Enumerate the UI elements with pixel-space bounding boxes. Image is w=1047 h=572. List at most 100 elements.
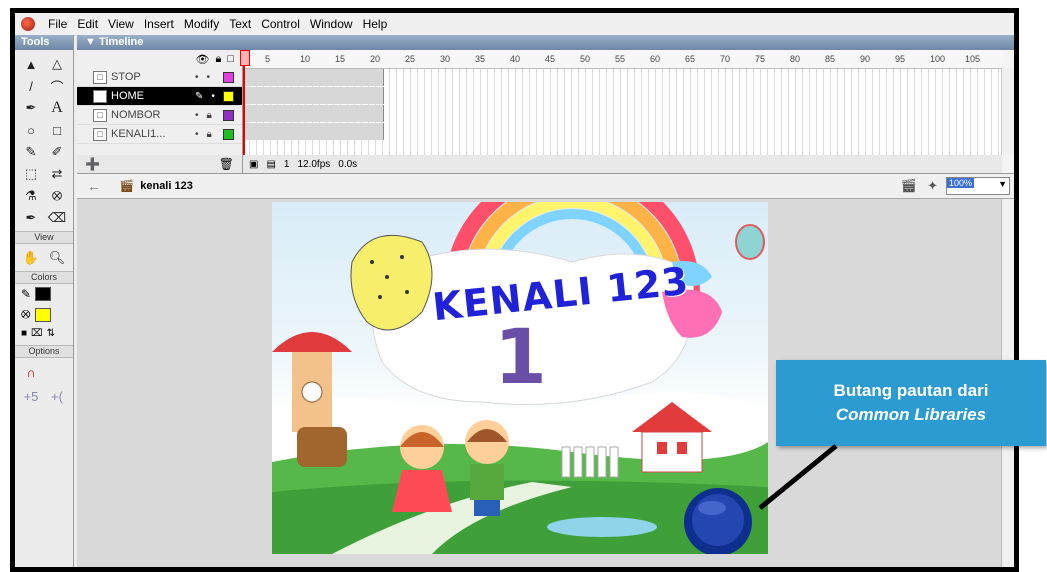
no-color-icon[interactable]: ⌧ (31, 328, 43, 339)
straighten-option-icon[interactable]: +( (46, 386, 68, 406)
edit-symbols-icon[interactable]: ✦ (927, 178, 938, 194)
frame-row[interactable] (243, 69, 1002, 87)
playhead[interactable] (240, 50, 250, 155)
ruler-tick-label: 25 (405, 54, 416, 64)
menu-control[interactable]: Control (256, 17, 305, 31)
onion-skin-icon[interactable]: ▣ (249, 159, 258, 170)
menu-insert[interactable]: Insert (139, 17, 179, 31)
layer-toggles[interactable]: • • (195, 72, 210, 83)
add-layer-icon[interactable]: ➕ (85, 157, 100, 171)
zoom-value: 100% (947, 178, 975, 188)
tools-panel: Tools ▲ △ / ⌒ ✒ A ○ □ ✎ ✐ ⬚ ⇄ ⚗ ⭙ ✒ ⌫ Vi… (15, 35, 74, 567)
eyedropper-tool-icon[interactable]: ✒ (20, 208, 42, 228)
ink-bottle-tool-icon[interactable]: ⚗ (20, 186, 42, 206)
frame-rate[interactable]: 12.0fps (297, 159, 330, 170)
outline-icon[interactable]: □ (227, 53, 234, 65)
stroke-color-swatch[interactable] (35, 287, 52, 301)
flash-app-icon[interactable] (21, 17, 35, 31)
frame-row[interactable] (243, 123, 1002, 141)
layer-row[interactable]: □HOME✎•• (77, 87, 242, 106)
frame-row[interactable] (243, 87, 1002, 105)
layer-color-swatch[interactable] (223, 90, 234, 102)
timeline-title-text: Timeline (98, 36, 144, 48)
fill-transform-tool-icon[interactable]: ⇄ (46, 164, 68, 184)
rectangle-tool-icon[interactable]: □ (46, 120, 68, 140)
pen-tool-icon[interactable]: ✒ (20, 98, 42, 118)
layer-color-swatch[interactable] (223, 128, 234, 140)
colors-section-label: Colors (15, 271, 73, 284)
ruler-tick-label: 105 (965, 54, 981, 64)
layer-row[interactable]: □ STOP • • (77, 68, 242, 87)
eye-icon[interactable]: 👁︎ (196, 53, 210, 66)
lock-dot[interactable]: 🔒︎ (207, 129, 212, 140)
swap-colors-icon[interactable]: ⇅ (47, 328, 55, 339)
brush-tool-icon[interactable]: ✐ (46, 142, 68, 162)
layer-header: 👁︎ 🔒︎ □ (77, 50, 242, 68)
menu-view[interactable]: View (103, 17, 139, 31)
line-tool-icon[interactable]: / (20, 76, 42, 96)
timeline-title[interactable]: ▼ Timeline (77, 35, 1014, 50)
layer-color-swatch[interactable] (223, 109, 234, 121)
visibility-dot[interactable]: • (195, 110, 199, 121)
scene-icon: 🎬︎ (119, 179, 135, 193)
layer-toggles[interactable]: • 🔒︎ (195, 129, 212, 140)
chevron-down-icon[interactable]: ▼ (998, 179, 1007, 189)
layer-row[interactable]: □ KENALI1... • 🔒︎ (77, 125, 242, 144)
menu-text[interactable]: Text (224, 17, 256, 31)
arrow-tool-icon[interactable]: ▲ (20, 54, 42, 74)
ruler-tick-label: 35 (475, 54, 486, 64)
home-link-button[interactable] (684, 488, 752, 554)
free-transform-tool-icon[interactable]: ⬚ (20, 164, 42, 184)
menu-modify[interactable]: Modify (179, 17, 224, 31)
keyframe-span[interactable] (243, 69, 384, 86)
text-tool-icon[interactable]: A (46, 98, 68, 118)
lasso-tool-icon[interactable]: ⌒ (46, 76, 68, 96)
zoom-select[interactable]: 100% ▼ (946, 177, 1010, 195)
menu-help[interactable]: Help (358, 17, 393, 31)
edit-multiple-icon[interactable]: ▤ (266, 159, 275, 170)
frame-ruler[interactable]: 5 10 15 20 25 30 35 40 45 50 55 60 65 70 75 80 85 90 95 100… (243, 50, 1002, 69)
stroke-color-icon: ✎ (21, 287, 32, 301)
delete-layer-icon[interactable]: 🗑︎ (219, 157, 234, 171)
keyframe-span[interactable] (243, 123, 384, 140)
lock-dot[interactable]: • (207, 72, 211, 83)
visibility-dot[interactable]: • (195, 72, 199, 83)
ruler-tick-label: 65 (685, 54, 696, 64)
smooth-option-icon[interactable]: +5 (20, 386, 42, 406)
subselect-tool-icon[interactable]: △ (46, 54, 68, 74)
menu-window[interactable]: Window (305, 17, 358, 31)
layer-toggles[interactable]: ✎•• (195, 91, 226, 102)
zoom-tool-icon[interactable]: 🔍︎ (46, 248, 68, 268)
hand-tool-icon[interactable]: ✋ (20, 248, 42, 268)
lock-dot[interactable]: 🔒︎ (207, 110, 212, 121)
keyframe-span[interactable] (243, 105, 384, 122)
eraser-tool-icon[interactable]: ⌫ (46, 208, 68, 228)
timeline-scrollbar[interactable] (1001, 68, 1014, 155)
default-colors-icon[interactable]: ■ (21, 328, 27, 339)
view-section-label: View (15, 231, 73, 244)
ruler-tick-label: 30 (440, 54, 451, 64)
ruler-tick-label: 55 (615, 54, 626, 64)
back-arrow-icon[interactable]: ← (87, 178, 101, 194)
visibility-dot[interactable]: • (195, 129, 199, 140)
visibility-dot[interactable]: • (211, 91, 215, 102)
frames-area[interactable]: 5 10 15 20 25 30 35 40 45 50 55 60 65 70 75 80 85 90 95 100… (240, 50, 1002, 155)
ruler-tick-label: 80 (790, 54, 801, 64)
stage-canvas[interactable]: KENALI 123 1 (272, 202, 768, 554)
paint-bucket-tool-icon[interactable]: ⭙ (46, 186, 68, 206)
oval-tool-icon[interactable]: ○ (20, 120, 42, 140)
pencil-tool-icon[interactable]: ✎ (20, 142, 42, 162)
fill-color-swatch[interactable] (34, 307, 51, 322)
keyframe-span[interactable] (243, 87, 384, 104)
menu-edit[interactable]: Edit (72, 17, 103, 31)
lock-icon[interactable]: 🔒︎ (215, 53, 221, 66)
ruler-tick-label: 20 (370, 54, 381, 64)
layer-toggles[interactable]: • 🔒︎ (195, 110, 212, 121)
snap-magnet-icon[interactable]: ∩ (20, 362, 42, 382)
menu-file[interactable]: File (43, 17, 72, 31)
frame-row[interactable] (243, 105, 1002, 123)
layer-color-swatch[interactable] (223, 71, 234, 83)
edit-scene-icon[interactable]: 🎬︎ (901, 178, 918, 194)
layer-row[interactable]: □ NOMBOR • 🔒︎ (77, 106, 242, 125)
scene-name[interactable]: kenali 123 (140, 180, 193, 192)
